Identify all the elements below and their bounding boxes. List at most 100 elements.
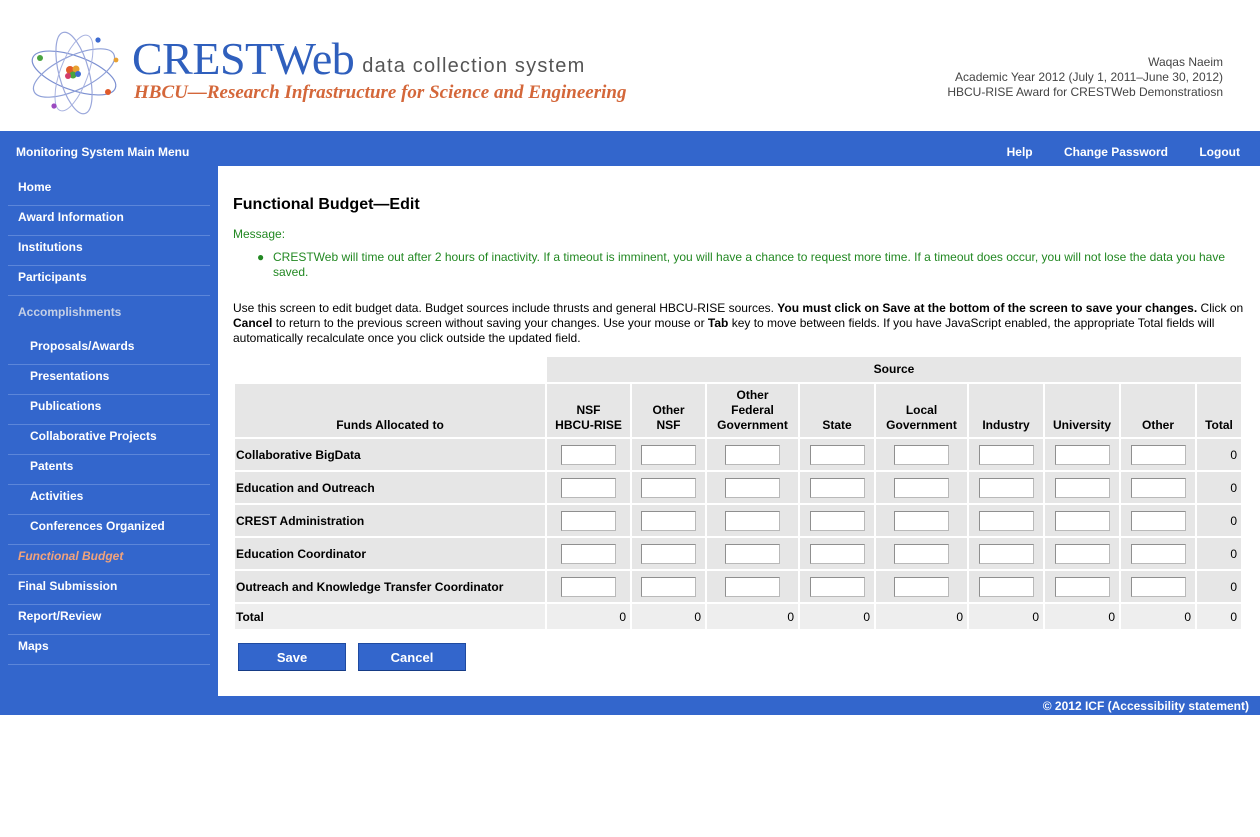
budget-input-other[interactable] <box>1130 444 1186 465</box>
sidebar-item-collaborative-projects[interactable]: Collaborative Projects <box>8 425 210 455</box>
budget-input-local-government[interactable] <box>894 510 949 531</box>
budget-input-state[interactable] <box>809 477 865 498</box>
budget-cell <box>1045 472 1119 503</box>
budget-input-other[interactable] <box>1130 576 1186 597</box>
budget-input-local-government[interactable] <box>894 543 949 564</box>
budget-input-other[interactable] <box>1130 543 1186 564</box>
brand: CRESTWeb data collection system <box>132 36 585 82</box>
row-total: 0 <box>1197 571 1241 602</box>
grand-total: 0 <box>1197 604 1241 629</box>
sidebar-item-institutions[interactable]: Institutions <box>8 236 210 266</box>
budget-input-other[interactable] <box>1130 477 1186 498</box>
budget-input-local-government[interactable] <box>894 477 949 498</box>
budget-input-nsf-hbcu-rise[interactable] <box>561 576 616 597</box>
budget-input-other-federal[interactable] <box>725 543 780 564</box>
sidebar-item-home[interactable]: Home <box>8 176 210 206</box>
message-item: ● CRESTWeb will time out after 2 hours o… <box>257 250 1247 280</box>
logout-link[interactable]: Logout <box>1199 145 1240 159</box>
budget-input-other[interactable] <box>1130 510 1186 531</box>
budget-input-industry[interactable] <box>978 477 1034 498</box>
instructions-text-3: to return to the previous screen without… <box>272 316 708 330</box>
budget-cell <box>800 571 874 602</box>
main-menu-link[interactable]: Monitoring System Main Menu <box>16 145 189 159</box>
save-button[interactable]: Save <box>238 643 346 671</box>
sidebar-item-award-information[interactable]: Award Information <box>8 206 210 236</box>
budget-input-university[interactable] <box>1054 543 1110 564</box>
message-label: Message: <box>233 227 286 241</box>
budget-input-other-federal[interactable] <box>725 444 780 465</box>
budget-input-industry[interactable] <box>978 444 1034 465</box>
instructions-text-2: Click on <box>1197 301 1244 315</box>
budget-input-university[interactable] <box>1054 576 1110 597</box>
budget-cell <box>800 505 874 536</box>
sidebar-item-publications[interactable]: Publications <box>8 395 210 425</box>
budget-cell <box>1045 439 1119 470</box>
budget-cell <box>632 472 705 503</box>
budget-cell <box>547 505 630 536</box>
budget-cell <box>969 538 1043 569</box>
budget-input-other-nsf[interactable] <box>641 543 696 564</box>
budget-input-industry[interactable] <box>978 510 1034 531</box>
col-header-local-government: Local Government <box>876 384 967 437</box>
sidebar-item-final-submission[interactable]: Final Submission <box>8 575 210 605</box>
budget-input-state[interactable] <box>809 543 865 564</box>
logo[interactable]: CRESTWeb data collection system HBCU—Rese… <box>28 28 628 118</box>
budget-input-other-nsf[interactable] <box>641 576 696 597</box>
budget-input-university[interactable] <box>1054 477 1110 498</box>
budget-input-nsf-hbcu-rise[interactable] <box>561 444 616 465</box>
budget-cell <box>1121 472 1195 503</box>
row-label: Collaborative BigData <box>235 439 545 470</box>
budget-input-other-nsf[interactable] <box>641 444 696 465</box>
help-link[interactable]: Help <box>1007 145 1033 159</box>
total-local-government: 0 <box>876 604 967 629</box>
budget-cell <box>707 439 798 470</box>
change-password-link[interactable]: Change Password <box>1064 145 1168 159</box>
budget-input-other-nsf[interactable] <box>641 477 696 498</box>
message-list: ● CRESTWeb will time out after 2 hours o… <box>257 250 1247 280</box>
sidebar-item-conferences-organized[interactable]: Conferences Organized <box>8 515 210 545</box>
total-state: 0 <box>800 604 874 629</box>
budget-input-industry[interactable] <box>978 543 1034 564</box>
budget-input-other-federal[interactable] <box>725 576 780 597</box>
sidebar-item-proposals-awards[interactable]: Proposals/Awards <box>8 335 210 365</box>
sidebar-item-maps[interactable]: Maps <box>8 635 210 665</box>
budget-input-other-federal[interactable] <box>725 477 780 498</box>
budget-input-state[interactable] <box>809 444 865 465</box>
row-total: 0 <box>1197 472 1241 503</box>
budget-input-nsf-hbcu-rise[interactable] <box>561 510 616 531</box>
budget-input-local-government[interactable] <box>894 444 949 465</box>
budget-input-state[interactable] <box>809 576 865 597</box>
budget-input-other-nsf[interactable] <box>641 510 696 531</box>
budget-input-state[interactable] <box>809 510 865 531</box>
budget-cell <box>1121 571 1195 602</box>
col-header-total: Total <box>1197 384 1241 437</box>
budget-cell <box>876 538 967 569</box>
budget-input-local-government[interactable] <box>894 576 949 597</box>
sidebar-item-functional-budget[interactable]: Functional Budget <box>8 545 210 575</box>
timeout-message: CRESTWeb will time out after 2 hours of … <box>273 250 1225 279</box>
budget-cell <box>876 439 967 470</box>
budget-input-industry[interactable] <box>978 576 1034 597</box>
total-row-label: Total <box>235 604 545 629</box>
sidebar-item-report-review[interactable]: Report/Review <box>8 605 210 635</box>
footer: © 2012 ICF (Accessibility statement) <box>0 696 1260 715</box>
sidebar-item-activities[interactable]: Activities <box>8 485 210 515</box>
budget-cell <box>969 505 1043 536</box>
sidebar-item-participants[interactable]: Participants <box>8 266 210 296</box>
budget-input-nsf-hbcu-rise[interactable] <box>561 477 616 498</box>
footer-copyright-link[interactable]: © 2012 ICF (Accessibility statement) <box>1043 699 1249 713</box>
row-total: 0 <box>1197 439 1241 470</box>
budget-input-other-federal[interactable] <box>725 510 780 531</box>
col-header-other-federal-government: Other Federal Government <box>707 384 798 437</box>
budget-input-nsf-hbcu-rise[interactable] <box>561 543 616 564</box>
cancel-button[interactable]: Cancel <box>358 643 466 671</box>
total-row: Total 0 0 0 0 0 0 0 0 0 <box>235 604 1241 629</box>
budget-input-university[interactable] <box>1054 510 1110 531</box>
table-row: Education and Outreach 0 <box>235 472 1241 503</box>
budget-input-university[interactable] <box>1054 444 1110 465</box>
col-header-other: Other <box>1121 384 1195 437</box>
col-header-nsf-hbcu-rise: NSF HBCU-RISE <box>547 384 630 437</box>
row-label: CREST Administration <box>235 505 545 536</box>
sidebar-item-patents[interactable]: Patents <box>8 455 210 485</box>
sidebar-item-presentations[interactable]: Presentations <box>8 365 210 395</box>
